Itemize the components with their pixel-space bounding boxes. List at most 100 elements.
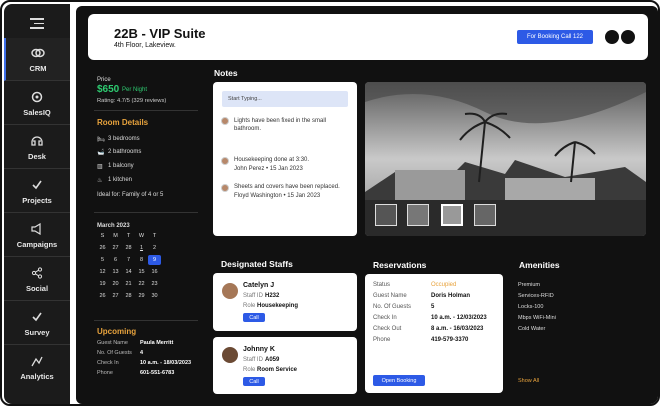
reservation-key: Guest Name: [373, 293, 407, 299]
sidebar-item-desk[interactable]: Desk: [4, 126, 70, 169]
sidebar-item-label: Analytics: [20, 372, 54, 381]
room-location: 4th Floor, Lakeview.: [114, 42, 176, 49]
calendar: SMTWT 26 27 28 1 2 56789 12 13 14 15 16 19 20 21 22…: [96, 230, 176, 302]
sidebar-item-label: CRM: [29, 63, 47, 73]
calendar-day[interactable]: 2: [148, 245, 161, 251]
calendar-day[interactable]: 29: [135, 293, 148, 299]
calendar-day[interactable]: 13: [109, 269, 122, 275]
show-all-link[interactable]: Show All: [518, 378, 539, 384]
upcoming-key: No. Of Guests: [97, 350, 132, 356]
calendar-day[interactable]: 28: [122, 245, 135, 251]
reservation-value: 5: [431, 304, 435, 310]
sidebar-item-projects[interactable]: Projects: [4, 170, 70, 213]
sidebar-item-crm[interactable]: CRM: [4, 38, 70, 81]
photo-thumbnail[interactable]: [375, 204, 397, 226]
calendar-day[interactable]: 27: [109, 293, 122, 299]
weekday: W: [138, 233, 145, 239]
sidebar-item-survey[interactable]: Survey: [4, 302, 70, 345]
note-text: Sheets and covers have been replaced.: [234, 184, 340, 190]
header-action-circle-1[interactable]: [605, 30, 619, 44]
photo-thumbnail-selected[interactable]: [441, 204, 463, 226]
analytics-icon: [30, 354, 44, 368]
staff-role: Room Service: [257, 367, 298, 373]
sidebar-item-social[interactable]: Social: [4, 258, 70, 301]
calendar-day[interactable]: 12: [96, 269, 109, 275]
calendar-month: March 2023: [97, 223, 130, 229]
reservations-title: Reservations: [373, 260, 427, 270]
calendar-day[interactable]: 30: [148, 293, 161, 299]
weekday: T: [152, 233, 157, 239]
reservation-value: Doris Holman: [431, 293, 471, 299]
calendar-day[interactable]: 16: [148, 269, 161, 275]
ideal-for: Ideal for: Family of 4 or 5: [97, 192, 164, 198]
sidebar-item-label: Social: [25, 283, 49, 293]
reservation-key: Phone: [373, 337, 391, 343]
bed-icon: 🛏: [97, 137, 105, 143]
page-title: 22B - VIP Suite: [114, 26, 206, 41]
kitchen-icon: ♨: [97, 178, 103, 184]
calendar-day[interactable]: 26: [96, 293, 109, 299]
calendar-week: 26 27 28 29 30: [96, 290, 176, 302]
notes-input[interactable]: Start Typing...: [222, 91, 348, 107]
calendar-day[interactable]: 20: [109, 281, 122, 287]
sidebar-item-label: Campaigns: [16, 239, 58, 249]
calendar-day[interactable]: 22: [135, 281, 148, 287]
calendar-day[interactable]: 19: [96, 281, 109, 287]
divider: [94, 110, 198, 111]
room-detail-item: 3 bedrooms: [108, 136, 140, 142]
calendar-day[interactable]: 27: [109, 245, 122, 251]
calendar-day[interactable]: 5: [96, 257, 109, 263]
staff-card: Johnny K Staff ID A059 Role Room Service…: [213, 337, 357, 394]
calendar-day[interactable]: 14: [122, 269, 135, 275]
staff-id-label: Staff ID: [243, 293, 263, 299]
reservation-value: 10 a.m. - 12/03/2023: [431, 315, 487, 321]
sidebar-item-analytics[interactable]: Analytics: [4, 346, 70, 389]
reservation-key: No. Of Guests: [373, 304, 412, 310]
calendar-day[interactable]: 26: [96, 245, 109, 251]
upcoming-value: 4: [140, 350, 144, 356]
reservation-status: Occupied: [431, 282, 457, 288]
note-text: Housekeeping done at 3:30.: [234, 157, 310, 163]
booking-call-button[interactable]: For Booking Call 122: [517, 30, 593, 44]
upcoming-key: Phone: [97, 370, 113, 376]
calendar-day[interactable]: 6: [109, 257, 122, 263]
avatar: [222, 347, 238, 363]
weekday: T: [126, 233, 131, 239]
weekday: S: [100, 233, 105, 239]
calendar-day[interactable]: 8: [135, 257, 148, 263]
sidebar-item-salesiq[interactable]: SalesIQ: [4, 82, 70, 125]
calendar-week: 56789: [96, 254, 176, 266]
avatar: [221, 117, 229, 125]
salesiq-icon: [30, 90, 44, 104]
price-per: Per Night: [122, 87, 148, 93]
header-action-circle-2[interactable]: [621, 30, 635, 44]
room-detail-item: 1 kitchen: [108, 177, 133, 183]
note-text: Lights have been fixed in the small bath…: [234, 118, 327, 132]
sidebar-item-campaigns[interactable]: Campaigns: [4, 214, 70, 257]
calendar-day-selected[interactable]: 9: [148, 255, 161, 265]
calendar-day[interactable]: 1: [135, 245, 148, 251]
photo-thumbnail[interactable]: [407, 204, 429, 226]
reservation-value: 419-579-3370: [431, 337, 469, 343]
menu-icon[interactable]: [30, 18, 44, 29]
campaigns-icon: [30, 222, 44, 236]
calendar-day[interactable]: 21: [122, 281, 135, 287]
room-details-title: Room Details: [97, 118, 149, 127]
sidebar-item-label: Survey: [24, 327, 50, 337]
calendar-week: 19 20 21 22 23: [96, 278, 176, 290]
calendar-day[interactable]: 15: [135, 269, 148, 275]
reservation-value: 8 a.m. - 16/03/2023: [431, 326, 484, 332]
staff-id-label: Staff ID: [243, 357, 263, 363]
staff-name: Johnny K: [243, 346, 275, 353]
sidebar-item-label: Desk: [28, 151, 46, 161]
calendar-day[interactable]: 7: [122, 257, 135, 263]
calendar-day[interactable]: 23: [148, 281, 161, 287]
photo-thumbnail[interactable]: [474, 204, 496, 226]
open-booking-button[interactable]: Open Booking: [373, 375, 425, 386]
call-button[interactable]: Call: [243, 313, 265, 322]
sidebar-item-label: Projects: [22, 195, 52, 205]
call-button[interactable]: Call: [243, 377, 265, 386]
crm-icon: [31, 46, 45, 60]
calendar-day[interactable]: 28: [122, 293, 135, 299]
reservation-key: Check Out: [373, 326, 402, 332]
